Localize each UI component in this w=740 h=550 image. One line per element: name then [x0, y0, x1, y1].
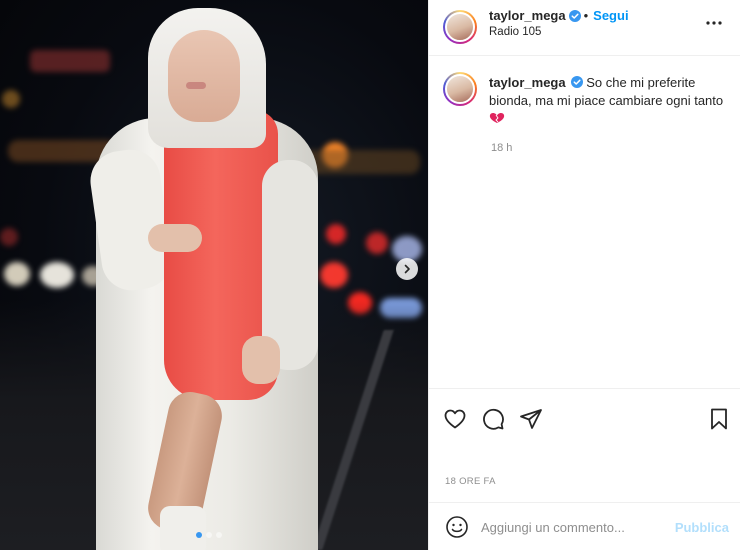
bookmark-icon[interactable] [707, 407, 731, 431]
verified-badge-icon [570, 76, 583, 88]
location-label[interactable]: Radio 105 [489, 26, 541, 38]
author-username[interactable]: taylor_mega [489, 8, 566, 23]
verified-badge-icon [568, 9, 581, 22]
caption-timestamp[interactable]: 18 h [491, 142, 512, 154]
carousel-dot [216, 532, 222, 538]
avatar[interactable] [443, 10, 477, 44]
header-author: taylor_mega • Segui [489, 8, 629, 23]
more-options-icon[interactable] [705, 14, 723, 32]
bokeh-light [326, 224, 346, 244]
bokeh-light [30, 50, 110, 72]
hand [148, 224, 202, 252]
caption: taylor_mega So che mi preferite bionda, … [489, 74, 725, 128]
bokeh-light [2, 90, 20, 108]
lips [186, 82, 206, 89]
carousel-dot [206, 532, 212, 538]
post-date[interactable]: 18 ORE FA [445, 476, 496, 487]
comment-input[interactable] [481, 517, 661, 537]
post-photo[interactable] [0, 0, 428, 550]
carousel-indicator [196, 532, 222, 538]
caption-avatar[interactable] [443, 72, 477, 106]
hand [242, 336, 280, 384]
bokeh-light [366, 232, 388, 254]
heart-icon[interactable] [443, 407, 467, 431]
bokeh-light [0, 228, 18, 246]
action-bar [429, 388, 740, 446]
bokeh-light [4, 262, 30, 286]
face [168, 30, 240, 122]
caption-username[interactable]: taylor_mega [489, 75, 566, 90]
follow-button[interactable]: Segui [593, 8, 628, 23]
boot [160, 506, 206, 550]
share-icon[interactable] [519, 407, 543, 431]
post-side-panel: taylor_mega • Segui Radio 105 taylor_meg… [428, 0, 740, 550]
publish-button[interactable]: Pubblica [675, 520, 729, 535]
carousel-dot-active [196, 532, 202, 538]
bokeh-light [320, 262, 348, 288]
separator-dot: • [583, 8, 589, 23]
bokeh-light [40, 262, 74, 288]
post-header: taylor_mega • Segui Radio 105 [429, 0, 740, 56]
carousel-next-button[interactable] [396, 258, 418, 280]
comment-icon[interactable] [481, 407, 505, 431]
comment-bar: Pubblica [429, 502, 740, 550]
heart-emoji-icon [489, 113, 505, 123]
chevron-right-icon [404, 264, 410, 274]
bokeh-light [300, 150, 420, 174]
emoji-icon[interactable] [445, 515, 469, 539]
